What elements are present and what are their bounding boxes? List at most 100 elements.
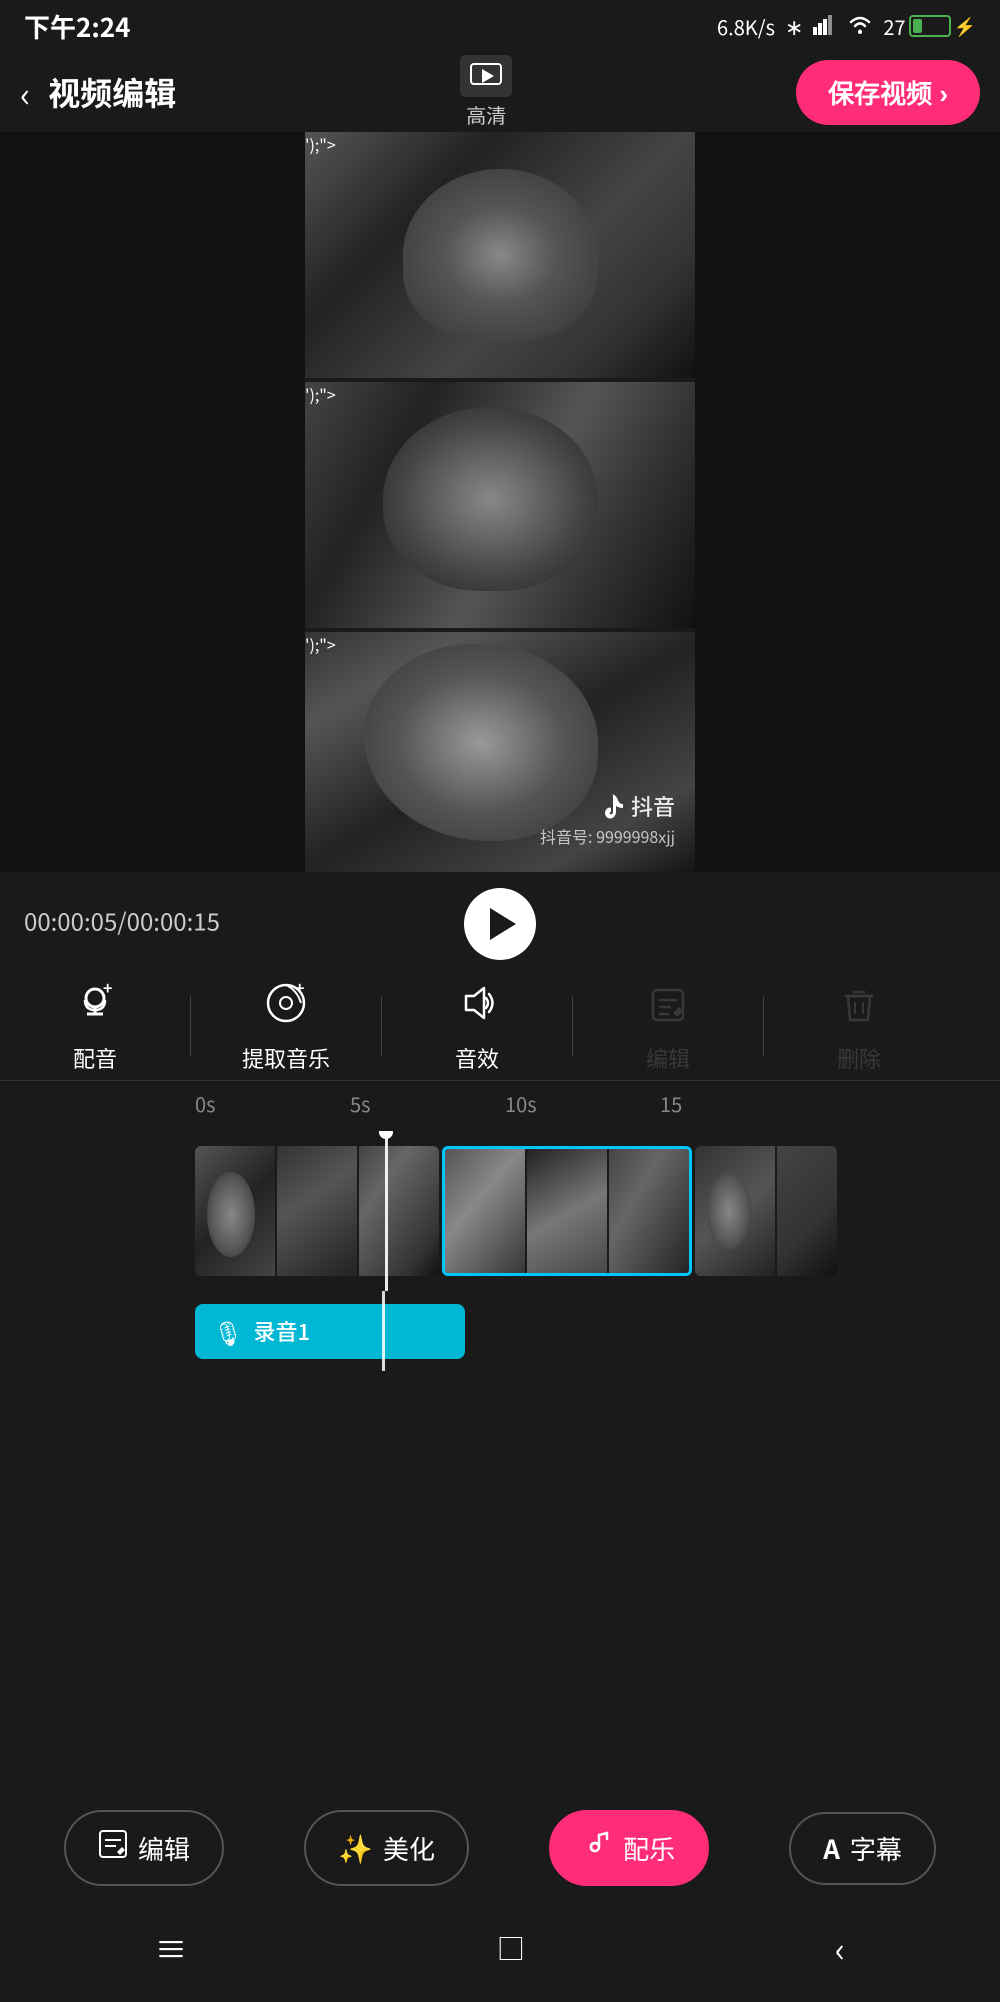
system-nav-bar: ≡ □ ‹ bbox=[0, 1913, 1000, 1982]
clip-thumb-2 bbox=[277, 1146, 357, 1276]
sound-effect-label: 音效 bbox=[455, 1042, 499, 1074]
tool-dubbing[interactable]: + 配音 bbox=[0, 978, 190, 1074]
lightning-icon: ⚡ bbox=[954, 13, 976, 39]
video-clip-2[interactable] bbox=[442, 1146, 692, 1276]
clip-thumb-4 bbox=[445, 1149, 525, 1276]
edit-label: 编辑 bbox=[646, 1042, 690, 1074]
play-button[interactable] bbox=[464, 888, 536, 960]
timecode-row: 00:00:05/00:00:15 bbox=[0, 872, 1000, 968]
home-button[interactable]: □ bbox=[497, 1928, 525, 1968]
extract-music-icon: + bbox=[265, 978, 307, 1036]
network-speed: 6.8K/s bbox=[717, 12, 775, 41]
clip-thumb-8 bbox=[777, 1146, 837, 1276]
edit-icon bbox=[649, 978, 687, 1036]
play-icon bbox=[490, 908, 516, 940]
menu-button[interactable]: ≡ bbox=[155, 1925, 187, 1971]
tool-sound-effect[interactable]: 音效 bbox=[382, 978, 572, 1074]
video-clips bbox=[195, 1131, 1000, 1291]
controls-area: 00:00:05/00:00:15 + 配音 bbox=[0, 872, 1000, 1531]
video-clip-1[interactable] bbox=[195, 1146, 439, 1276]
video-frame-1: ');"> bbox=[305, 132, 695, 378]
timecode-display: 00:00:05/00:00:15 bbox=[24, 903, 220, 938]
back-system-button[interactable]: ‹ bbox=[835, 1923, 845, 1972]
battery-container: 27 ⚡ bbox=[883, 12, 976, 41]
thumb-bg-5 bbox=[527, 1149, 607, 1276]
sound-effect-icon bbox=[456, 978, 498, 1036]
nav-edit-icon bbox=[98, 1828, 128, 1868]
clip-thumb-7 bbox=[695, 1146, 775, 1276]
video-track[interactable] bbox=[0, 1131, 1000, 1291]
clip-thumb-5 bbox=[527, 1149, 607, 1276]
playhead bbox=[385, 1131, 388, 1291]
audio-clip-1[interactable]: 🎙 录音1 bbox=[195, 1304, 465, 1359]
timeline-empty bbox=[0, 1371, 1000, 1531]
status-bar: 下午2:24 6.8K/s ∗ 27 ⚡ bbox=[0, 0, 1000, 52]
delete-icon bbox=[840, 978, 878, 1036]
timeline-ruler: 0s 5s 10s 15 bbox=[0, 1081, 1000, 1131]
tool-delete: 删除 bbox=[764, 978, 954, 1074]
watermark-logo: 抖音 bbox=[540, 790, 675, 822]
nav-beautify[interactable]: ✨ 美化 bbox=[304, 1810, 469, 1886]
hd-icon bbox=[460, 55, 512, 97]
nav-music-icon bbox=[583, 1828, 613, 1868]
status-icons: 6.8K/s ∗ 27 ⚡ bbox=[717, 10, 976, 42]
battery-box bbox=[909, 15, 951, 37]
status-time: 下午2:24 bbox=[24, 8, 130, 45]
video-preview: ');"> ');"> ');"> 抖音 bbox=[0, 132, 1000, 872]
bottom-nav: 编辑 ✨ 美化 配乐 A 字幕 bbox=[0, 1794, 1000, 1902]
tools-row: + 配音 + 提取音乐 bbox=[0, 968, 1000, 1081]
signal-icon bbox=[813, 10, 837, 42]
save-video-button[interactable]: 保存视频 › bbox=[796, 60, 980, 125]
delete-label: 删除 bbox=[837, 1042, 881, 1074]
battery-fill bbox=[913, 19, 922, 33]
ruler-0s: 0s bbox=[195, 1089, 350, 1118]
watermark-account: 抖音号: 9999998xjj bbox=[540, 824, 675, 848]
video-frame-2: ');"> bbox=[305, 382, 695, 628]
hd-label: 高清 bbox=[466, 100, 506, 129]
ruler-5s: 5s bbox=[350, 1089, 505, 1118]
dubbing-label: 配音 bbox=[73, 1042, 117, 1074]
ruler-labels: 0s 5s 10s 15 bbox=[195, 1089, 1000, 1118]
nav-edit[interactable]: 编辑 bbox=[64, 1810, 224, 1886]
nav-beautify-label: 美化 bbox=[383, 1830, 435, 1867]
thumb-bg-1 bbox=[195, 1146, 275, 1276]
tool-extract-music[interactable]: + 提取音乐 bbox=[191, 978, 381, 1074]
nav-beautify-icon: ✨ bbox=[338, 1828, 373, 1868]
portrait-frame-1: ');"> bbox=[305, 132, 695, 378]
nav-subtitle-label: 字幕 bbox=[850, 1830, 902, 1867]
dubbing-icon: + bbox=[75, 978, 115, 1036]
portrait-frame-2: ');"> bbox=[305, 382, 695, 628]
audio-track: 🎙 录音1 bbox=[0, 1291, 1000, 1371]
page-title: 视频编辑 bbox=[48, 69, 176, 115]
video-frame-3: ');"> 抖音 抖音号: 9999998xjj bbox=[305, 632, 695, 872]
nav-music-label: 配乐 bbox=[623, 1830, 675, 1867]
wifi-icon bbox=[847, 10, 873, 42]
thumb-bg-4 bbox=[445, 1149, 525, 1276]
nav-subtitle-icon: A bbox=[823, 1830, 840, 1867]
header-left: ‹ 视频编辑 bbox=[20, 68, 176, 117]
svg-text:+: + bbox=[295, 982, 304, 999]
tool-edit: 编辑 bbox=[573, 978, 763, 1074]
thumb-bg-3 bbox=[359, 1146, 439, 1276]
tiktok-label: 抖音 bbox=[631, 790, 675, 822]
clip-thumb-6 bbox=[609, 1149, 689, 1276]
extract-music-label: 提取音乐 bbox=[242, 1042, 330, 1074]
back-button[interactable]: ‹ bbox=[20, 68, 30, 117]
audio-playhead bbox=[382, 1291, 385, 1371]
nav-music[interactable]: 配乐 bbox=[549, 1810, 709, 1886]
nav-subtitle[interactable]: A 字幕 bbox=[789, 1812, 936, 1885]
bluetooth-icon: ∗ bbox=[785, 10, 803, 42]
audio-mic-icon: 🎙 bbox=[213, 1314, 243, 1349]
tiktok-icon bbox=[597, 792, 625, 820]
battery-percent: 27 bbox=[883, 12, 905, 41]
header: ‹ 视频编辑 高清 保存视频 › bbox=[0, 52, 1000, 132]
clip-thumb-3 bbox=[359, 1146, 439, 1276]
svg-text:+: + bbox=[103, 982, 112, 999]
hd-quality-button[interactable]: 高清 bbox=[460, 55, 512, 129]
video-clip-3[interactable] bbox=[695, 1146, 837, 1276]
audio-clip-label: 录音1 bbox=[253, 1315, 310, 1347]
video-strip: ');"> ');"> ');"> 抖音 bbox=[305, 132, 695, 872]
nav-edit-label: 编辑 bbox=[138, 1830, 190, 1867]
ruler-10s: 10s bbox=[505, 1089, 660, 1118]
watermark: 抖音 抖音号: 9999998xjj bbox=[540, 790, 675, 848]
